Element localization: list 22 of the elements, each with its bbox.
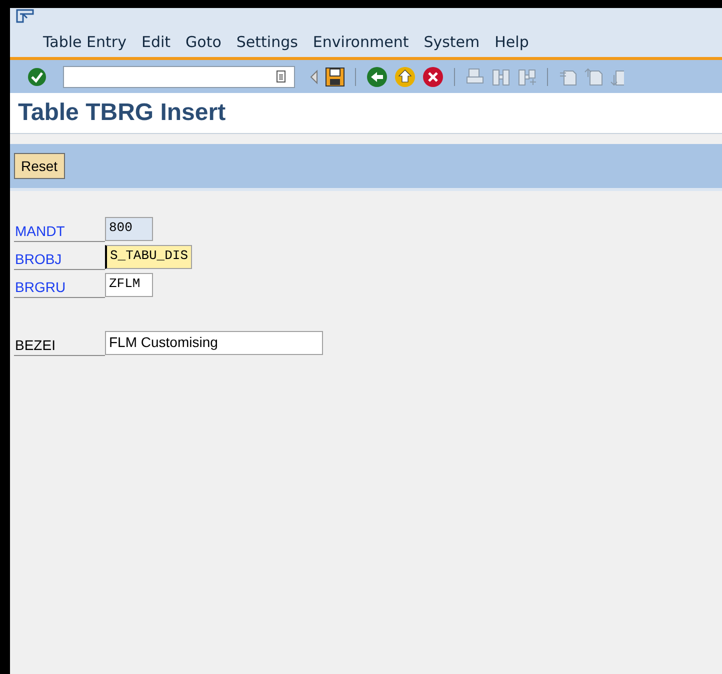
menu-item[interactable]: System — [424, 33, 480, 51]
screen-title: Table TBRG Insert — [18, 99, 226, 127]
save-icon[interactable] — [325, 66, 345, 86]
menu-item[interactable]: Environment — [312, 33, 409, 51]
back-icon[interactable] — [366, 66, 388, 88]
triangle-left-icon[interactable] — [309, 68, 319, 84]
menu-item[interactable]: Goto — [186, 33, 222, 51]
menu-item[interactable]: Edit — [141, 33, 171, 51]
command-field[interactable] — [63, 66, 295, 88]
printer-icon[interactable] — [465, 66, 485, 86]
reset-button[interactable]: Reset — [14, 153, 65, 179]
menu-item[interactable]: Help — [494, 33, 529, 51]
window-menu-icon[interactable] — [16, 9, 34, 23]
checkmark-icon[interactable] — [27, 66, 47, 86]
input-field[interactable]: FLM Customising — [105, 331, 323, 355]
input-field[interactable]: 800 — [105, 217, 153, 241]
cancel-icon[interactable] — [422, 66, 444, 88]
input-field[interactable]: ZFLM — [105, 273, 153, 297]
menu-item[interactable]: Table Entry — [43, 33, 126, 51]
dropdown-icon[interactable] — [276, 70, 286, 83]
menu-item[interactable]: Settings — [236, 33, 298, 51]
input-field[interactable]: S_TABU_DIS — [105, 245, 192, 269]
